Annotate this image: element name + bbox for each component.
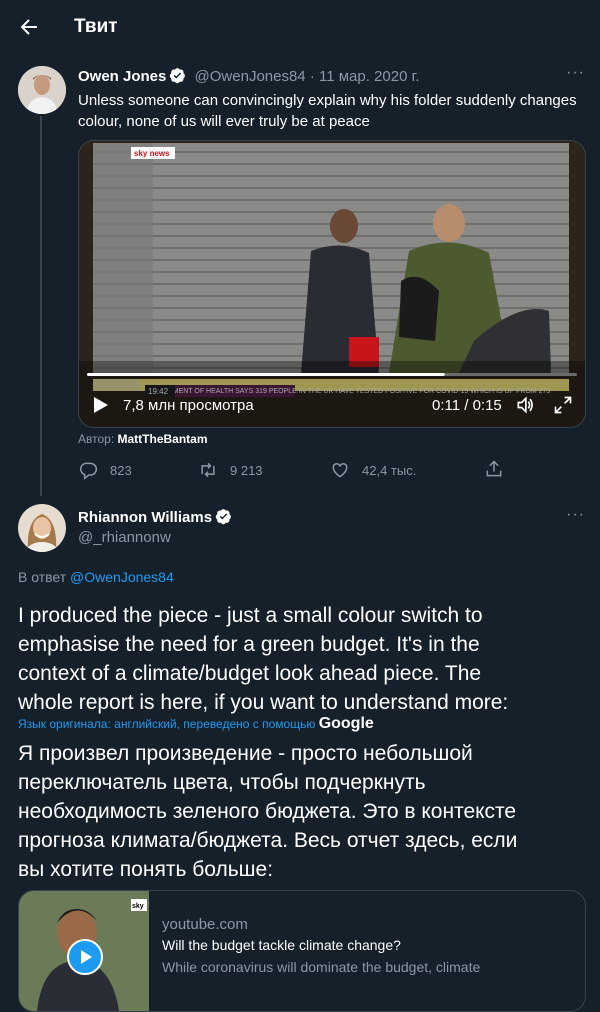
page-title: Твит [74,16,118,37]
translated-text-line: Я произвел произведение - просто небольш… [18,742,473,765]
tweet-text: Unless someone can convincingly explain … [78,90,588,132]
tweet-date[interactable]: · 11 мар. 2020 г. [310,68,420,85]
video-attribution: Автор: MattTheBantam [78,432,208,446]
reply-count: 823 [110,462,132,478]
video-time: 0:11 / 0:15 [432,397,502,414]
google-logo: Google [318,715,374,732]
play-icon[interactable] [93,396,109,414]
progress-fill [87,373,445,376]
fullscreen-icon[interactable] [553,395,573,415]
author-name[interactable]: Rhiannon Williams [78,509,212,526]
author-handle[interactable]: @OwenJones84 [195,68,306,85]
avatar[interactable] [18,66,66,114]
avatar[interactable] [18,504,66,552]
top-header: Твит [0,0,600,55]
volume-icon[interactable] [515,395,535,415]
view-count: 7,8 млн просмотра [123,397,254,414]
retweet-icon [201,462,215,478]
replying-to-link[interactable]: @OwenJones84 [70,569,174,585]
reply-header: Rhiannon Williams [78,508,232,526]
reply-text-line: I produced the piece - just a small colo… [18,604,483,627]
reply-text-line: context of a climate/budget look ahead p… [18,662,482,685]
translation-note[interactable]: Язык оригинала: английский, переведено с… [18,715,374,733]
card-title: Will the budget tackle climate change? [162,937,401,953]
author-name[interactable]: Owen Jones [78,68,166,85]
like-button[interactable]: 42,4 тыс. [330,460,416,480]
translated-text-line: переключатель цвета, чтобы подчеркнуть [18,771,426,794]
sky-news-logo: sky news [134,149,170,158]
retweet-count: 9 213 [230,462,263,478]
thread-line [40,116,42,496]
reply-text-line: emphasise the need for a green budget. I… [18,633,480,656]
heart-icon [332,462,348,478]
replying-to: В ответ @OwenJones84 [18,569,174,585]
reply-button[interactable]: 823 [78,460,132,480]
play-circle-icon[interactable] [67,939,103,975]
replying-to-prefix: В ответ [18,569,67,585]
like-count: 42,4 тыс. [362,462,417,478]
verified-badge-icon [170,68,186,84]
more-options-icon[interactable]: ··· [566,506,585,524]
card-sky-logo: sky [132,903,144,910]
card-description: While coronavirus will dominate the budg… [162,959,481,975]
back-arrow-icon[interactable] [17,15,41,39]
attribution-author[interactable]: MattTheBantam [118,432,208,446]
tweet-text-line: colour, none of us will ever truly be at… [78,113,370,130]
reply-text-line: whole report is here, if you want to und… [18,691,509,714]
translated-text: Я произвел произведение - просто небольш… [18,739,588,884]
video-player[interactable]: sky news DEPARTMENT OF HEALTH SAYS 319 P… [78,140,586,428]
author-handle[interactable]: @_rhiannonw [78,529,171,546]
link-card[interactable]: sky youtube.com Will the budget tackle c… [18,890,586,1012]
tweet-header: Owen Jones @OwenJones84 · 11 мар. 2020 г… [78,67,419,85]
retweet-button[interactable]: 9 213 [198,460,263,480]
translated-text-line: необходимость зеленого бюджета. Это в ко… [18,800,517,823]
translation-note-text: Язык оригинала: английский, переведено с… [18,717,316,731]
attribution-prefix: Автор: [78,432,115,446]
more-options-icon[interactable]: ··· [566,64,585,82]
card-domain: youtube.com [162,916,248,933]
share-icon[interactable] [484,459,504,479]
reply-text: I produced the piece - just a small colo… [18,601,588,717]
verified-badge-icon [215,509,231,525]
translated-text-line: вы хотите понять больше: [18,858,274,881]
reply-icon [80,462,98,480]
translated-text-line: прогноза климата/бюджета. Весь отчет зде… [18,829,518,852]
card-thumbnail: sky [19,891,149,1011]
video-frame: sky news DEPARTMENT OF HEALTH SAYS 319 P… [79,141,585,427]
tweet-text-line: Unless someone can convincingly explain … [78,92,577,109]
